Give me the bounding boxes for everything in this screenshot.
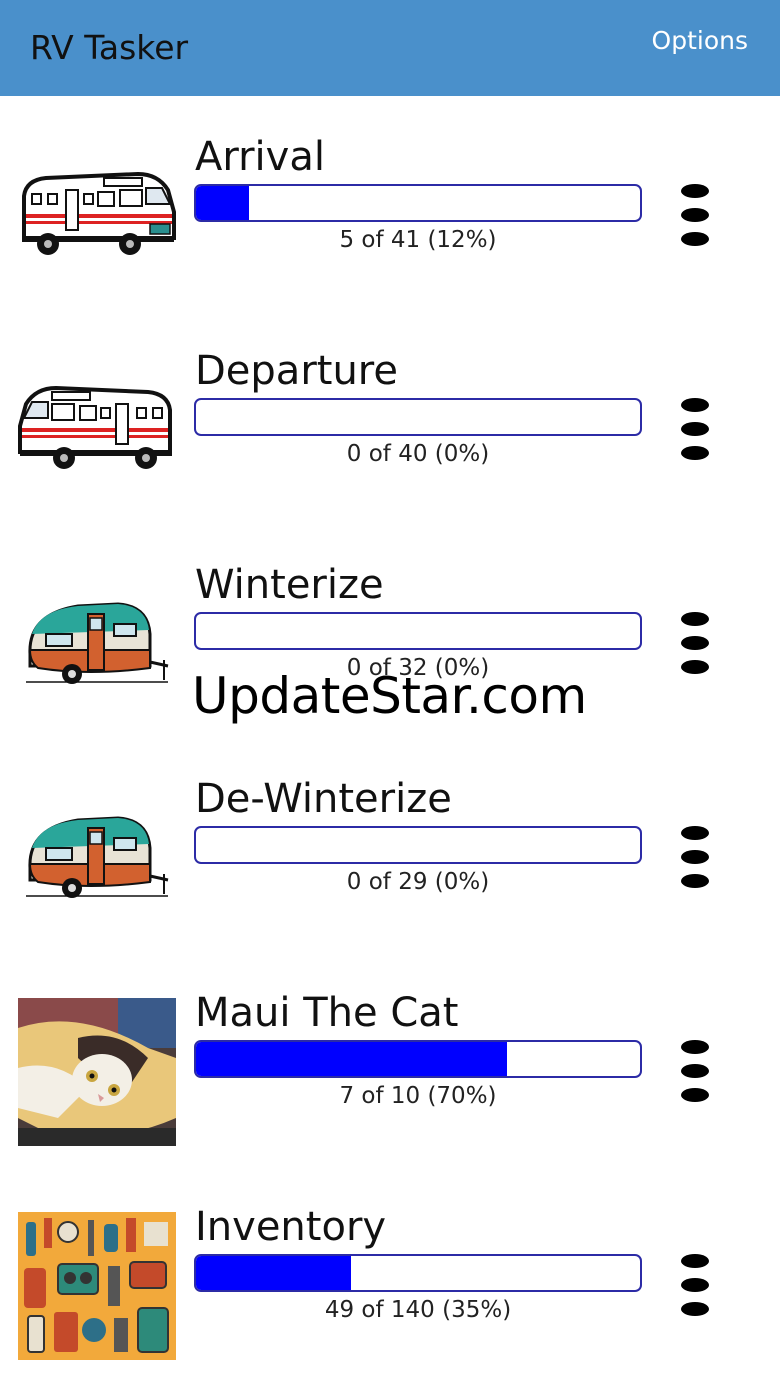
progress-fill bbox=[196, 1256, 352, 1290]
progress-bar bbox=[194, 826, 642, 864]
app-title: RV Tasker bbox=[30, 28, 189, 67]
task-row-de-winterize[interactable]: De-Winterize 0 of 29 (0%) bbox=[0, 738, 780, 952]
task-count: 49 of 140 (35%) bbox=[324, 1297, 512, 1323]
task-count: 0 of 29 (0%) bbox=[346, 869, 490, 895]
app-bar: RV Tasker Options bbox=[0, 0, 780, 96]
task-row-inventory[interactable]: Inventory 49 of 140 (35%) bbox=[0, 1166, 780, 1380]
task-name: Inventory bbox=[195, 1204, 387, 1250]
progress-bar bbox=[194, 1040, 642, 1078]
more-vert-icon[interactable] bbox=[672, 182, 718, 248]
task-name: Winterize bbox=[195, 562, 384, 608]
task-name: Maui The Cat bbox=[195, 990, 459, 1036]
progress-bar bbox=[194, 398, 642, 436]
options-button[interactable]: Options bbox=[652, 24, 748, 58]
task-count: 0 of 40 (0%) bbox=[346, 441, 490, 467]
task-row-departure[interactable]: Departure 0 of 40 (0%) bbox=[0, 310, 780, 524]
more-vert-icon[interactable] bbox=[672, 1038, 718, 1104]
cat-photo bbox=[18, 998, 176, 1146]
progress-bar bbox=[194, 1254, 642, 1292]
more-vert-icon[interactable] bbox=[672, 396, 718, 462]
task-name: De-Winterize bbox=[195, 776, 452, 822]
task-name: Departure bbox=[195, 348, 398, 394]
vintage-trailer-image bbox=[18, 808, 176, 956]
more-vert-icon[interactable] bbox=[672, 824, 718, 890]
motorhome-image bbox=[18, 154, 176, 302]
task-count: 5 of 41 (12%) bbox=[339, 227, 497, 253]
progress-fill bbox=[196, 186, 250, 220]
more-vert-icon[interactable] bbox=[672, 1252, 718, 1318]
task-row-arrival[interactable]: Arrival 5 of 41 (12%) bbox=[0, 96, 780, 310]
progress-bar bbox=[194, 612, 642, 650]
vintage-trailer-image bbox=[18, 594, 176, 742]
motorhome-image bbox=[18, 368, 176, 516]
camping-gear-image bbox=[18, 1212, 176, 1360]
progress-bar bbox=[194, 184, 642, 222]
progress-fill bbox=[196, 1042, 507, 1076]
watermark: UpdateStar.com bbox=[192, 667, 587, 725]
more-vert-icon[interactable] bbox=[672, 610, 718, 676]
task-count: 7 of 10 (70%) bbox=[339, 1083, 497, 1109]
task-row-maui-the-cat[interactable]: Maui The Cat 7 of 10 (70%) bbox=[0, 952, 780, 1166]
task-name: Arrival bbox=[195, 134, 325, 180]
